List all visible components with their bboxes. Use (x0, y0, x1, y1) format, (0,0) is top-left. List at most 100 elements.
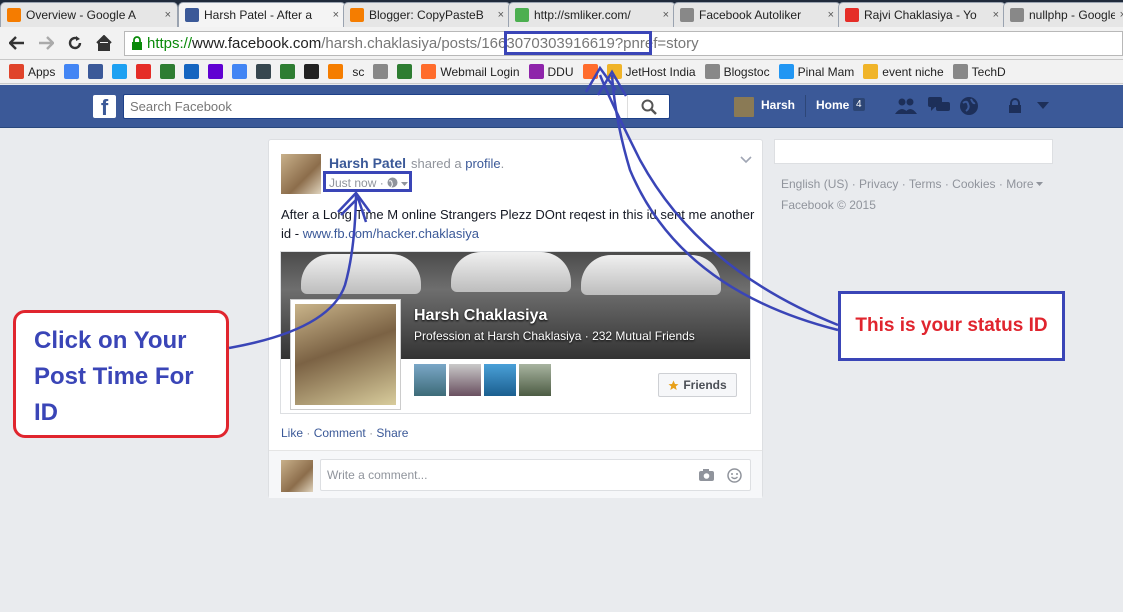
close-tab-icon[interactable]: × (993, 9, 999, 21)
bookmark-item[interactable]: sc (352, 65, 364, 79)
bookmark-item[interactable]: TechD (952, 64, 1006, 79)
footer-terms-link[interactable]: Terms (909, 177, 942, 191)
bookmark-item[interactable] (208, 64, 224, 79)
post-options-chevron-icon[interactable] (740, 153, 752, 167)
header-home-link[interactable]: Home (816, 98, 849, 112)
privacy-shortcuts-icon[interactable] (1004, 96, 1026, 116)
post-link[interactable]: www.fb.com/hacker.chaklasiya (303, 226, 479, 241)
attachment-profile-name[interactable]: Harsh Chaklasiya (414, 307, 547, 325)
messages-icon[interactable] (928, 96, 950, 116)
back-button[interactable] (5, 32, 29, 54)
bookmark-item[interactable] (184, 64, 200, 79)
facebook-icon (88, 64, 104, 79)
lock-icon (132, 36, 142, 50)
profile-picture-image (295, 304, 396, 405)
post-action-link[interactable]: profile (465, 156, 500, 171)
bookmark-item[interactable] (88, 64, 104, 79)
close-tab-icon[interactable]: × (663, 9, 669, 21)
header-user-name[interactable]: Harsh (761, 98, 795, 112)
home-button[interactable] (92, 32, 116, 54)
photo-icon (184, 64, 200, 79)
bookmark-item[interactable] (232, 64, 248, 79)
bookmark-item[interactable]: DDU (528, 64, 574, 79)
camera-icon[interactable] (699, 469, 714, 481)
bookmark-item[interactable]: Webmail Login (421, 64, 520, 79)
url-domain: www.facebook.com (192, 35, 322, 52)
account-menu-chevron-icon[interactable] (1032, 96, 1054, 116)
bookmark-label: DDU (547, 64, 574, 79)
footer-privacy-link[interactable]: Privacy (859, 177, 898, 191)
close-tab-icon[interactable]: × (165, 9, 171, 21)
browser-tab[interactable]: Facebook Autoliker × (673, 2, 841, 27)
bookmark-label: sc (352, 64, 365, 79)
bookmark-item[interactable] (582, 64, 598, 79)
profile-picture[interactable] (290, 299, 401, 410)
comment-link[interactable]: Comment (314, 426, 366, 440)
bookmark-item[interactable]: Blogstoc (704, 64, 770, 79)
google-icon (64, 64, 80, 79)
header-avatar[interactable] (734, 97, 754, 117)
photo-thumbnail[interactable] (484, 364, 516, 396)
photo-thumbnail[interactable] (519, 364, 551, 396)
photo-thumbnail[interactable] (449, 364, 481, 396)
bookmark-item[interactable]: event niche (863, 64, 944, 79)
doc-icon (952, 64, 968, 79)
separator-dot: · (369, 426, 374, 440)
close-tab-icon[interactable]: × (828, 9, 834, 21)
ninja-icon (304, 64, 320, 79)
browser-tab[interactable]: Overview - Google A × (0, 2, 178, 27)
comment-input[interactable]: Write a comment... (320, 459, 751, 491)
notifications-globe-icon[interactable] (958, 96, 980, 116)
cover-car-shape (301, 254, 421, 294)
bookmark-item[interactable] (373, 64, 389, 79)
bookmark-item[interactable] (280, 64, 296, 79)
close-tab-icon[interactable]: × (333, 9, 339, 21)
bookmark-item[interactable] (328, 64, 344, 79)
footer-language-link[interactable]: English (US) (781, 177, 848, 191)
footer-cookies-link[interactable]: Cookies (952, 177, 995, 191)
bookmark-item[interactable] (397, 64, 413, 79)
bookmark-item[interactable] (160, 64, 176, 79)
facebook-header: f Search Facebook Harsh Home 4 (0, 85, 1123, 128)
bookmark-item[interactable]: Pinal Mam (778, 64, 854, 79)
like-link[interactable]: Like (281, 426, 303, 440)
browser-tab[interactable]: Harsh Patel - After a × (178, 2, 346, 27)
share-link[interactable]: Share (376, 426, 408, 440)
browser-tab[interactable]: Rajvi Chaklasiya - Yo × (838, 2, 1006, 27)
reload-button[interactable] (63, 32, 87, 54)
search-input[interactable]: Search Facebook (123, 94, 670, 119)
search-placeholder: Search Facebook (130, 99, 232, 114)
facebook-logo-icon[interactable]: f (93, 95, 116, 118)
browser-tab[interactable]: Blogger: CopyPasteB × (343, 2, 511, 27)
footer-more-link[interactable]: More (1006, 177, 1033, 191)
separator-dot: · (306, 426, 311, 440)
bookmark-item[interactable] (256, 64, 272, 79)
bookmark-item[interactable] (304, 64, 320, 79)
bookmark-item[interactable]: Apps (9, 64, 55, 79)
youtube-icon (136, 64, 152, 79)
forward-button[interactable] (34, 32, 58, 54)
post-author-name[interactable]: Harsh Patel (329, 155, 406, 171)
bookmark-item[interactable] (112, 64, 128, 79)
bookmark-item[interactable] (64, 64, 80, 79)
browser-tab[interactable]: http://smliker.com/ × (508, 2, 676, 27)
post-author-avatar[interactable] (281, 154, 321, 194)
close-tab-icon[interactable]: × (1120, 9, 1123, 21)
youtube-icon (845, 8, 859, 22)
friends-button[interactable]: Friends (658, 373, 737, 397)
header-divider (805, 95, 806, 117)
plane-icon (160, 64, 176, 79)
analytics-icon (7, 8, 21, 22)
bookmark-item[interactable] (136, 64, 152, 79)
browser-tab[interactable]: nullphp - Google × (1003, 2, 1123, 27)
friend-requests-icon[interactable] (895, 96, 917, 116)
yahoo-icon (208, 64, 224, 79)
photo-thumbnail[interactable] (414, 364, 446, 396)
close-tab-icon[interactable]: × (498, 9, 504, 21)
bookmark-item[interactable]: JetHost India (606, 64, 696, 79)
profile-attachment[interactable]: Harsh Chaklasiya Profession at Harsh Cha… (280, 251, 751, 414)
search-button[interactable] (627, 95, 669, 118)
emoji-icon[interactable] (727, 468, 742, 483)
right-column-box (774, 139, 1053, 164)
post-actions: Like · Comment · Share (281, 426, 408, 440)
